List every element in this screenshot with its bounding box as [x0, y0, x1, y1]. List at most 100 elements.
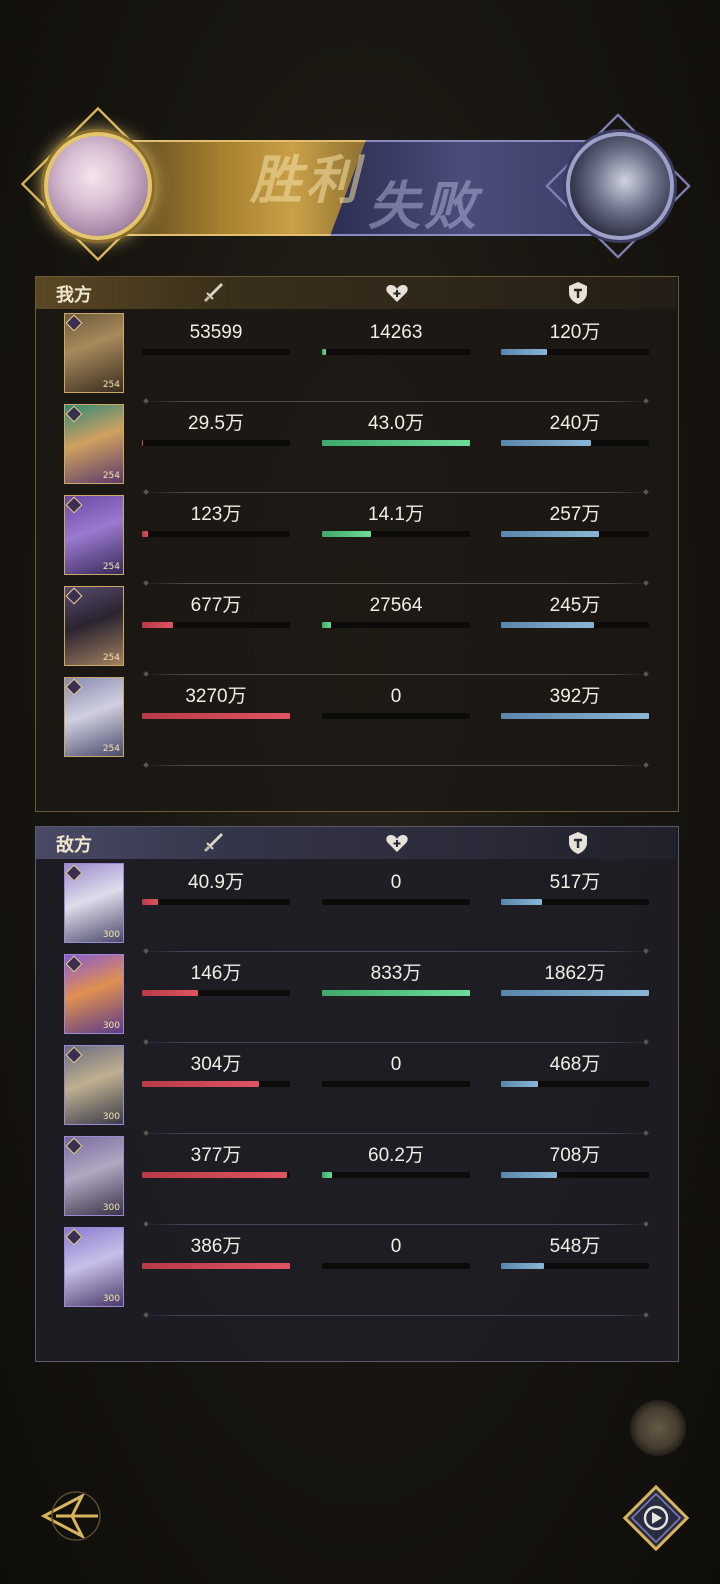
hero-level: 300	[102, 1021, 120, 1031]
hero-portrait[interactable]: 254	[64, 313, 124, 393]
hero-portrait[interactable]: 254	[64, 495, 124, 575]
healing-done-bar-fill	[322, 349, 327, 355]
damage-taken-value: 120万	[549, 322, 601, 343]
row-divider	[144, 1315, 648, 1316]
hero-portrait[interactable]: 300	[64, 1136, 124, 1216]
damage-taken-bar-track	[501, 622, 649, 628]
damage-dealt-bar-fill	[142, 899, 159, 905]
hero-level: 254	[102, 653, 120, 663]
damage-dealt-bar-track	[142, 899, 290, 905]
faction-badge-icon	[65, 314, 83, 332]
healing-done-stat: 833万	[322, 962, 470, 996]
hero-portrait[interactable]: 300	[64, 1227, 124, 1307]
damage-dealt-stat: 3270万	[142, 685, 290, 719]
damage-dealt-bar-fill	[142, 622, 174, 628]
damage-dealt-stat: 304万	[142, 1053, 290, 1087]
victory-label: 胜利	[250, 150, 363, 211]
healing-done-value: 0	[390, 872, 402, 893]
damage-dealt-bar-fill	[142, 713, 290, 719]
hero-portrait[interactable]: 254	[64, 404, 124, 484]
healing-done-stat: 0	[322, 871, 470, 905]
damage-taken-bar-fill	[501, 349, 547, 355]
healing-done-bar-track	[322, 1263, 470, 1269]
damage-taken-value: 517万	[549, 872, 601, 893]
shield-icon	[564, 279, 592, 307]
healing-done-bar-fill	[322, 622, 331, 628]
damage-dealt-bar-track	[142, 1172, 290, 1178]
enemy-hero-row: 300 304万 0 468万	[36, 1045, 676, 1136]
shield-icon	[564, 829, 592, 857]
damage-dealt-bar-track	[142, 349, 290, 355]
damage-taken-bar-track	[501, 349, 649, 355]
healing-done-value: 27564	[369, 595, 423, 616]
hero-level: 254	[102, 744, 120, 754]
damage-dealt-stat: 146万	[142, 962, 290, 996]
healing-done-value: 833万	[370, 963, 422, 984]
healing-done-bar-fill	[322, 990, 470, 996]
healing-done-value: 0	[390, 686, 402, 707]
healing-done-stat: 43.0万	[322, 412, 470, 446]
healing-done-bar-track	[322, 531, 470, 537]
damage-dealt-value: 386万	[190, 1236, 242, 1257]
damage-dealt-bar-track	[142, 622, 290, 628]
our-team-label: 我方	[56, 285, 92, 306]
hero-portrait[interactable]: 254	[64, 677, 124, 757]
heart-icon	[383, 829, 411, 857]
damage-taken-bar-fill	[501, 990, 649, 996]
enemy-team-panel: 敌方 300 40.9万 0 517万 300 146万 833万 1862万 300 304万 0…	[35, 826, 679, 1362]
damage-taken-value: 708万	[549, 1145, 601, 1166]
enemy-team-label: 敌方	[56, 835, 92, 856]
our-team-header: 我方	[36, 277, 676, 309]
damage-taken-stat: 240万	[501, 412, 649, 446]
damage-taken-bar-fill	[501, 1263, 544, 1269]
damage-taken-stat: 245万	[501, 594, 649, 628]
damage-dealt-bar-fill	[142, 1081, 259, 1087]
healing-done-value: 0	[390, 1236, 402, 1257]
hero-level: 254	[102, 380, 120, 390]
damage-dealt-stat: 386万	[142, 1235, 290, 1269]
healing-done-value: 60.2万	[368, 1145, 424, 1166]
damage-dealt-stat: 677万	[142, 594, 290, 628]
damage-dealt-bar-track	[142, 1263, 290, 1269]
damage-taken-bar-fill	[501, 899, 543, 905]
damage-dealt-value: 40.9万	[188, 872, 244, 893]
hero-portrait[interactable]: 254	[64, 586, 124, 666]
damage-dealt-stat: 377万	[142, 1144, 290, 1178]
healing-done-stat: 14263	[322, 321, 470, 355]
healing-done-stat: 60.2万	[322, 1144, 470, 1178]
damage-taken-value: 240万	[549, 413, 601, 434]
damage-taken-value: 1862万	[544, 963, 606, 984]
healing-done-bar-track	[322, 990, 470, 996]
hero-portrait[interactable]: 300	[64, 1045, 124, 1125]
healing-done-stat: 0	[322, 1235, 470, 1269]
healing-done-bar-track	[322, 899, 470, 905]
replay-icon	[622, 1484, 690, 1552]
damage-dealt-value: 29.5万	[188, 413, 244, 434]
damage-dealt-value: 146万	[190, 963, 242, 984]
damage-taken-bar-track	[501, 1081, 649, 1087]
row-divider	[144, 765, 648, 766]
damage-taken-stat: 392万	[501, 685, 649, 719]
hero-portrait[interactable]: 300	[64, 863, 124, 943]
damage-taken-stat: 120万	[501, 321, 649, 355]
hero-portrait[interactable]: 300	[64, 954, 124, 1034]
our-hero-row: 254 677万 27564 245万	[36, 586, 676, 677]
row-divider	[144, 1042, 648, 1043]
faction-badge-icon	[65, 955, 83, 973]
row-divider	[144, 1224, 648, 1225]
damage-taken-bar-track	[501, 990, 649, 996]
replay-button[interactable]	[622, 1484, 690, 1552]
healing-done-bar-track	[322, 622, 470, 628]
hero-level: 300	[102, 1203, 120, 1213]
damage-taken-stat: 708万	[501, 1144, 649, 1178]
damage-dealt-bar-track	[142, 713, 290, 719]
blurred-orb	[630, 1400, 686, 1456]
damage-taken-bar-track	[501, 1263, 649, 1269]
enemy-hero-row: 300 386万 0 548万	[36, 1227, 676, 1318]
damage-dealt-bar-track	[142, 990, 290, 996]
damage-taken-value: 257万	[549, 504, 601, 525]
hero-level: 254	[102, 562, 120, 572]
healing-done-bar-fill	[322, 440, 470, 446]
damage-taken-bar-track	[501, 1172, 649, 1178]
back-button[interactable]	[36, 1486, 106, 1546]
